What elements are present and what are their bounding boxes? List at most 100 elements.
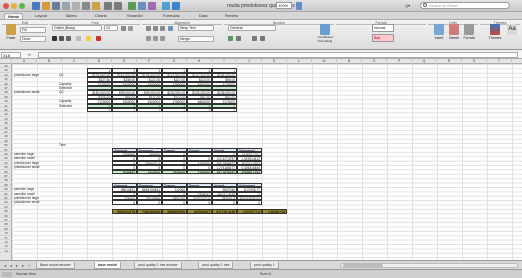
first-sheet-icon[interactable]: ◂	[4, 263, 8, 268]
wrap-text-button[interactable]: Wrap Text	[178, 25, 214, 31]
sheet-tab-prsd-quality-1-hes-answer[interactable]: prsd quality 1 hes answer	[134, 262, 182, 269]
font-color-icon[interactable]	[96, 36, 101, 41]
align-right-icon[interactable]	[160, 26, 165, 31]
underline-icon[interactable]	[66, 36, 71, 41]
cell-area[interactable]: prisdokovez large QC Capacity Selection …	[12, 64, 522, 260]
percent-icon[interactable]	[236, 36, 241, 41]
decrease-decimal-icon[interactable]	[260, 36, 265, 41]
toolbox-icon[interactable]	[172, 2, 180, 10]
zoom-select[interactable]: 100%	[276, 2, 292, 9]
filter-icon[interactable]	[148, 2, 156, 10]
data-cell[interactable]: 482.2975451	[212, 169, 237, 174]
text-orientation-icon[interactable]	[168, 26, 173, 31]
total-cell[interactable]: 547069047	[187, 209, 212, 214]
format-cells-button[interactable]: Format	[462, 24, 476, 48]
row-header[interactable]: 74	[0, 249, 12, 254]
label-time[interactable]: Time	[58, 143, 82, 147]
label-pl-small[interactable]: prisdokovez small	[13, 90, 57, 94]
tab-charts[interactable]: Charts	[92, 13, 110, 19]
tab-smartart[interactable]: SmartArt	[124, 13, 146, 19]
tab-review[interactable]: Review	[222, 13, 241, 19]
cut-icon[interactable]	[72, 2, 80, 10]
spreadsheet-grid[interactable]: ABCDEFGHIJKLMNOPQRST 32 33 34 35 36 37 38 39 40 4…	[0, 59, 522, 260]
data-cell[interactable]: 7089987	[112, 169, 137, 174]
data-cell[interactable]: 0	[237, 200, 262, 205]
sheet-tab-prsd-quality-1[interactable]: prsd quality 1	[250, 262, 279, 269]
total-cell[interactable]: 1.00481+15	[262, 209, 287, 214]
autosum-icon[interactable]	[128, 2, 136, 10]
data-cell[interactable]: 0	[112, 200, 137, 205]
merge-button[interactable]: Merge	[178, 36, 214, 42]
number-format-select[interactable]: General	[228, 25, 276, 31]
label-selection-2[interactable]: Selection	[58, 104, 82, 108]
themes-button[interactable]: Themes	[486, 24, 504, 48]
delete-cells-button[interactable]: Delete	[447, 24, 461, 48]
total-cell[interactable]: 7483163694	[137, 209, 162, 214]
minimize-window-icon[interactable]	[11, 3, 17, 9]
total-cell[interactable]: 14792777.0	[237, 209, 262, 214]
paste-icon[interactable]	[92, 2, 100, 10]
help-icon[interactable]	[296, 2, 302, 10]
label-prisdokovez-small-2[interactable]: prisdokovez small	[13, 200, 57, 204]
label-prisdokovez-small-1[interactable]: prisdokovez small	[13, 165, 57, 169]
font-name-select[interactable]: Calibri (Body)	[52, 25, 102, 31]
currency-icon[interactable]	[228, 36, 233, 41]
sheet-tab-prsd-quality-1-hes[interactable]: prsd quality 1 hes	[198, 262, 234, 269]
data-cell[interactable]: 0	[137, 200, 162, 205]
align-top-icon[interactable]	[146, 36, 151, 41]
print-icon[interactable]	[62, 2, 70, 10]
last-sheet-icon[interactable]: ▸	[22, 263, 26, 268]
data-cell[interactable]: 1	[112, 108, 137, 113]
align-middle-icon[interactable]	[153, 36, 158, 41]
data-cell[interactable]: 1500000	[162, 169, 187, 174]
formula-input[interactable]	[38, 52, 518, 58]
add-sheet-icon[interactable]: +	[28, 263, 32, 268]
font-theme-button[interactable]: Aa	[505, 24, 519, 48]
data-cell[interactable]: 0	[162, 200, 187, 205]
data-cell[interactable]: 436986.1454	[237, 169, 262, 174]
decrease-font-icon[interactable]	[128, 26, 133, 31]
conditional-formatting-button[interactable]: Conditional Formatting	[316, 24, 334, 48]
tab-home[interactable]: Home	[4, 13, 24, 19]
data-cell[interactable]: 0	[212, 200, 237, 205]
save-icon[interactable]	[52, 2, 60, 10]
sort-icon[interactable]	[138, 2, 146, 10]
tab-layout[interactable]: Layout	[32, 13, 50, 19]
clear-button[interactable]: Clear	[20, 36, 46, 42]
gallery-icon[interactable]	[162, 2, 170, 10]
undo-icon[interactable]	[104, 2, 112, 10]
horizontal-scroll-thumb[interactable]	[343, 264, 383, 267]
total-cell[interactable]: 917720.4130	[212, 209, 237, 214]
align-center-icon[interactable]	[153, 26, 158, 31]
borders-icon[interactable]	[76, 36, 81, 41]
paste-button[interactable]: Paste	[4, 24, 18, 48]
align-bottom-icon[interactable]	[160, 36, 165, 41]
style-bad[interactable]: Bad	[372, 34, 394, 42]
fill-button[interactable]: Fill	[20, 27, 46, 33]
name-box[interactable]: X18	[1, 52, 21, 58]
sheet-tab-base-model-answer[interactable]: Base model answer	[36, 262, 75, 269]
search-input[interactable]: Search in Sheet	[420, 2, 510, 9]
label-qc-2[interactable]: QC	[58, 90, 82, 94]
total-cell[interactable]: 3980060090	[162, 209, 187, 214]
fx-icon[interactable]: fx	[28, 52, 31, 57]
close-window-icon[interactable]	[3, 3, 9, 9]
data-cell[interactable]: 1	[87, 108, 112, 113]
font-size-select[interactable]: 12	[104, 25, 118, 31]
zoom-window-icon[interactable]	[19, 3, 25, 9]
data-cell[interactable]: 4780000	[187, 169, 212, 174]
copy-icon[interactable]	[82, 2, 90, 10]
data-cell[interactable]: 1	[187, 108, 212, 113]
next-sheet-icon[interactable]: ▸	[16, 263, 20, 268]
italic-icon[interactable]	[59, 36, 64, 41]
horizontal-scrollbar[interactable]	[340, 263, 518, 268]
redo-icon[interactable]	[114, 2, 122, 10]
increase-font-icon[interactable]	[121, 26, 126, 31]
increase-decimal-icon[interactable]	[252, 36, 257, 41]
align-left-icon[interactable]	[146, 26, 151, 31]
new-file-icon[interactable]	[32, 2, 40, 10]
tab-data[interactable]: Data	[196, 13, 210, 19]
tab-tables[interactable]: Tables	[62, 13, 80, 19]
tab-formulas[interactable]: Formulas	[160, 13, 183, 19]
label-pl-large[interactable]: prisdokovez large	[13, 73, 57, 77]
